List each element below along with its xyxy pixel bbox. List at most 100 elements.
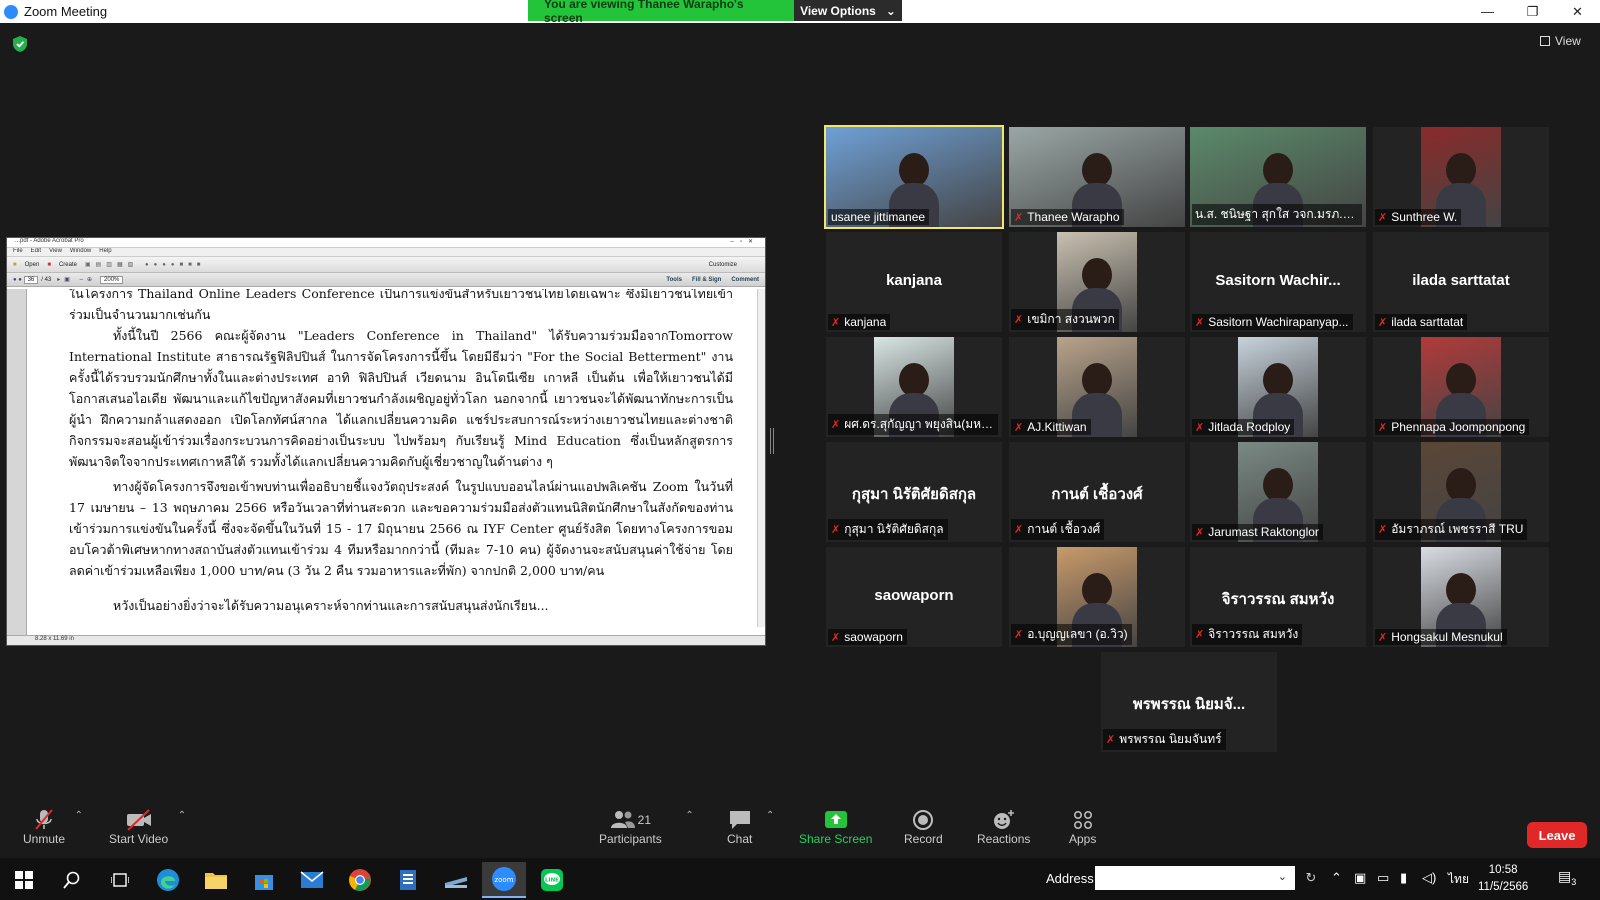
- start-video-button[interactable]: Start Video ⌃: [109, 808, 186, 846]
- participant-silhouette: [1263, 363, 1293, 397]
- view-label: View: [1555, 34, 1581, 48]
- scanner-app-icon[interactable]: [434, 862, 478, 898]
- split-resize-handle[interactable]: [770, 428, 774, 454]
- participant-tile[interactable]: จิราวรรณ สมหวัง ✗ จิราวรรณ สมหวัง: [1190, 547, 1366, 647]
- participant-display-name: พรพรรณ นิยมจั...: [1132, 696, 1246, 713]
- participant-name: Jarumast Raktonglor: [1208, 525, 1319, 539]
- participant-display-name: Sasitorn Wachir...: [1215, 272, 1341, 289]
- participant-display-name: kanjana: [886, 272, 942, 289]
- acrobat-status-bar: 8.28 x 11.69 in: [7, 635, 765, 645]
- maximize-button[interactable]: ❐: [1510, 0, 1555, 23]
- network-warning-icon[interactable]: ▣: [1354, 870, 1366, 886]
- chat-button[interactable]: Chat ⌃: [727, 808, 774, 846]
- close-button[interactable]: ✕: [1555, 0, 1600, 23]
- video-options-caret-icon[interactable]: ⌃: [178, 810, 186, 821]
- volume-icon[interactable]: ◁): [1422, 870, 1436, 886]
- participant-tile[interactable]: กานต์ เชื้อวงศ์ ✗ กานต์ เชื้อวงศ์: [1009, 442, 1185, 542]
- search-icon[interactable]: [50, 862, 94, 898]
- chevron-down-icon[interactable]: ⌄: [1278, 870, 1287, 883]
- participant-name: อ.บุญญเลขา (อ.วิว): [1027, 627, 1128, 641]
- acrobat-comment: Comment: [731, 276, 759, 283]
- participant-display-name: saowaporn: [874, 587, 954, 604]
- notification-count: 3: [1571, 876, 1577, 887]
- minimize-button[interactable]: —: [1465, 0, 1510, 23]
- acrobat-title: ...pdf - Adobe Acrobat Pro: [15, 238, 84, 244]
- participant-tile[interactable]: ✗ Jarumast Raktonglor: [1190, 442, 1366, 542]
- participant-tile[interactable]: usanee jittimanee: [824, 125, 1004, 229]
- office-app-icon[interactable]: [386, 862, 430, 898]
- apps-label: Apps: [1069, 832, 1097, 846]
- view-layout-button[interactable]: View: [1540, 34, 1581, 48]
- record-button[interactable]: Record: [904, 808, 943, 846]
- chrome-icon[interactable]: [338, 862, 382, 898]
- shared-screen[interactable]: ...pdf - Adobe Acrobat Pro –▫✕ File Edit…: [6, 237, 766, 646]
- participant-tile[interactable]: ✗ อัมราภรณ์ เพชรราสี TRU: [1373, 442, 1549, 542]
- chat-caret-icon[interactable]: ⌃: [766, 810, 774, 821]
- participant-name-label: ✗ Hongsakul Mesnukul: [1375, 629, 1507, 645]
- participant-name: อัมราภรณ์ เพชรราสี TRU: [1391, 522, 1524, 536]
- participant-name: AJ.Kittiwan: [1027, 420, 1087, 434]
- leave-button[interactable]: Leave: [1527, 822, 1587, 848]
- participant-tile[interactable]: ✗ เขมิกา สงวนพวก: [1009, 232, 1185, 332]
- participant-tile[interactable]: ilada sarttatat ✗ ilada sarttatat: [1373, 232, 1549, 332]
- participant-tile[interactable]: พรพรรณ นิยมจั... ✗ พรพรรณ นิยมจันทร์: [1101, 652, 1277, 752]
- participant-tile[interactable]: ✗ ผศ.ดร.สุกัญญา พยุงสิน(มหา...: [826, 337, 1002, 437]
- muted-microphone-icon: ✗: [1195, 421, 1205, 434]
- participant-tile[interactable]: ✗ AJ.Kittiwan: [1009, 337, 1185, 437]
- participant-tile[interactable]: ✗ Jitlada Rodploy: [1190, 337, 1366, 437]
- participants-caret-icon[interactable]: ⌃: [685, 810, 693, 821]
- apps-button[interactable]: Apps: [1069, 808, 1096, 846]
- participant-tile[interactable]: ✗ Thanee Warapho: [1009, 127, 1185, 227]
- participant-tile[interactable]: ✗ อ.บุญญเลขา (อ.วิว): [1009, 547, 1185, 647]
- mail-icon[interactable]: [290, 862, 334, 898]
- line-app-icon[interactable]: LINE: [530, 862, 574, 898]
- audio-options-caret-icon[interactable]: ⌃: [75, 810, 83, 821]
- notification-center-icon[interactable]: ▤3: [1558, 868, 1576, 887]
- zoom-taskbar-icon[interactable]: zoom: [482, 862, 526, 898]
- menu-help: Help: [99, 248, 112, 254]
- encryption-shield-icon[interactable]: [12, 35, 28, 53]
- participant-display-name: ilada sarttatat: [1412, 272, 1510, 289]
- tray-expand-icon[interactable]: ⌃: [1331, 870, 1342, 886]
- windows-start-icon[interactable]: [2, 862, 46, 898]
- monitor-icon[interactable]: ▭: [1377, 870, 1389, 886]
- participants-button[interactable]: 21 Participants ⌃: [599, 808, 694, 846]
- participant-tile[interactable]: saowaporn ✗ saowaporn: [826, 547, 1002, 647]
- participant-tile[interactable]: น.ส. ชนิษฐา สุกใส วจก.มรภ.เพช...: [1190, 127, 1366, 227]
- participant-tile[interactable]: kanjana ✗ kanjana: [826, 232, 1002, 332]
- acrobat-create: Create: [58, 261, 77, 268]
- address-input[interactable]: ⌄: [1095, 866, 1295, 890]
- participant-name-label: ✗ Phennapa Joomponpong: [1375, 419, 1530, 435]
- participant-tile[interactable]: ✗ Sunthree W.: [1373, 127, 1549, 227]
- share-screen-label: Share Screen: [799, 832, 873, 846]
- system-clock[interactable]: 10:58 11/5/2566: [1478, 862, 1528, 896]
- acrobat-window-controls: –▫✕: [730, 239, 759, 245]
- participant-tile[interactable]: ✗ Hongsakul Mesnukul: [1373, 547, 1549, 647]
- doc-paragraph: ในโครงการ Thailand Online Leaders Confer…: [69, 289, 733, 322]
- participant-tile[interactable]: กุสุมา นิรัติศัยดิสกุล ✗ กุสุมา นิรัติศัยด…: [826, 442, 1002, 542]
- task-view-icon[interactable]: [98, 862, 142, 898]
- meeting-toolbar: Unmute ⌃ Start Video ⌃ 21 Participants ⌃…: [0, 800, 1600, 858]
- participant-tile[interactable]: ✗ Phennapa Joomponpong: [1373, 337, 1549, 437]
- smiley-plus-icon: [992, 808, 1016, 832]
- muted-microphone-icon: ✗: [1378, 316, 1388, 329]
- reactions-button[interactable]: Reactions: [977, 808, 1030, 846]
- microsoft-store-icon[interactable]: [242, 862, 286, 898]
- acrobat-open: Open: [24, 261, 40, 268]
- participant-name: ผศ.ดร.สุกัญญา พยุงสิน(มหา...: [844, 417, 994, 431]
- unmute-button[interactable]: Unmute ⌃: [23, 808, 83, 846]
- view-options-button[interactable]: View Options ⌄: [794, 0, 902, 21]
- doc-paragraph: ทางผู้จัดโครงการจึงขอเข้าพบท่านเพื่ออธิบ…: [69, 479, 733, 578]
- share-screen-button[interactable]: Share Screen: [799, 808, 872, 846]
- file-explorer-icon[interactable]: [194, 862, 238, 898]
- microphone-tray-icon[interactable]: ▮: [1400, 870, 1407, 886]
- start-video-label: Start Video: [109, 832, 169, 846]
- view-options-label: View Options: [800, 3, 876, 18]
- participant-silhouette: [1446, 468, 1476, 502]
- muted-microphone-icon: ✗: [1195, 526, 1205, 539]
- participant-tile[interactable]: Sasitorn Wachir... ✗ Sasitorn Wachirapanya…: [1190, 232, 1366, 332]
- input-language[interactable]: ไทย: [1448, 870, 1469, 889]
- edge-browser-icon[interactable]: [146, 862, 190, 898]
- refresh-icon[interactable]: ↻: [1300, 866, 1322, 890]
- window-title: Zoom Meeting: [24, 4, 108, 19]
